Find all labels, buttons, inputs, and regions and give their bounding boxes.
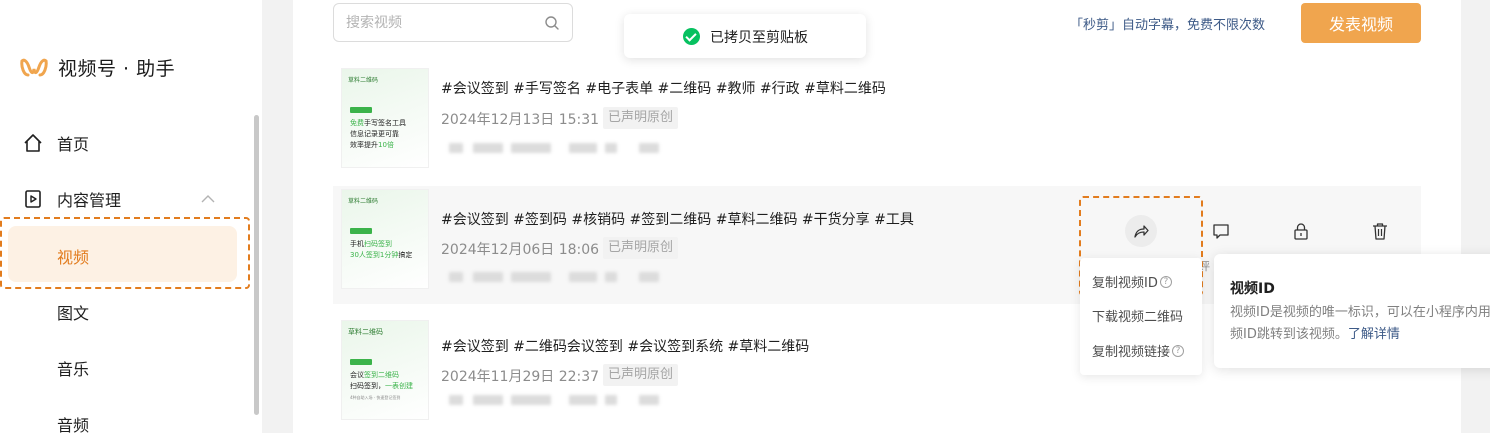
blurred-stats — [449, 272, 659, 282]
thumbnail-line: 信息记录更可靠 — [350, 130, 399, 138]
thumbnail-line: 会议签到二维码 — [350, 371, 399, 379]
blurred-stats — [449, 143, 659, 153]
app-name: 视频号 · 助手 — [58, 58, 176, 80]
toast-text: 已拷贝至剪贴板 — [710, 30, 808, 46]
video-thumbnail[interactable]: 草料二维码 手机扫码签到 30人签到1分钟搞定 — [341, 189, 429, 289]
help-icon[interactable]: ? — [1159, 275, 1172, 288]
check-circle-icon — [683, 28, 700, 45]
video-thumbnail[interactable]: 草料二维码 免费手写签名工具 信息记录更可靠 效率提升10倍 — [341, 68, 429, 168]
publish-video-button[interactable]: 发表视频 — [1301, 3, 1421, 43]
video-thumbnail[interactable]: 草料二维码 会议签到二维码 扫码签到，一表创建 4种自助入场 · 快速登记签到 — [341, 320, 429, 420]
blurred-stats — [449, 395, 659, 405]
sidebar-item-image-text[interactable]: 图文 — [57, 300, 89, 324]
content-icon — [25, 190, 41, 208]
toast-notification: 已拷贝至剪贴板 — [624, 14, 866, 58]
tooltip-body: 视频ID是视频的唯一标识，可以在小程序内用视频ID跳转到该视频。了解详情 — [1230, 305, 1490, 342]
menu-item-copy-video-link[interactable]: 复制视频链接? — [1092, 341, 1185, 360]
thumbnail-line: 30人签到1分钟搞定 — [350, 251, 413, 259]
tooltip-title: 视频ID — [1230, 281, 1275, 297]
sidebar-item-label: 首页 — [57, 135, 90, 154]
search-icon[interactable] — [544, 15, 560, 31]
delete-button[interactable] — [1364, 215, 1396, 247]
thumbnail-tag — [350, 228, 372, 234]
sidebar-item-music[interactable]: 音乐 — [57, 356, 89, 380]
video-id-tooltip: 视频ID 视频ID是视频的唯一标识，可以在小程序内用视频ID跳转到该视频。了解详… — [1214, 254, 1490, 368]
video-row[interactable]: 草料二维码 免费手写签名工具 信息记录更可靠 效率提升10倍 #会议签到 #手写… — [333, 65, 1421, 183]
video-date: 2024年12月06日 18:06 — [441, 242, 600, 258]
comment-button[interactable] — [1205, 215, 1237, 247]
search-input[interactable] — [346, 12, 536, 34]
logo-icon — [20, 58, 48, 76]
search-box[interactable] — [333, 3, 573, 42]
thumbnail-line: 效率提升10倍 — [350, 141, 394, 149]
thumbnail-line: 扫码签到，一表创建 — [350, 382, 413, 390]
thumbnail-brand: 草料二维码 — [348, 198, 379, 205]
lock-icon — [1294, 223, 1308, 240]
thumbnail-line: 手机扫码签到 — [350, 240, 392, 248]
sidebar-item-home[interactable]: 首页 — [0, 115, 250, 171]
help-icon[interactable]: ? — [1172, 344, 1185, 357]
thumbnail-tag — [350, 359, 372, 365]
thumbnail-tag — [350, 107, 372, 113]
share-menu: 复制视频ID? 下载视频二维码 复制视频链接? — [1080, 258, 1202, 375]
video-date: 2024年12月13日 15:31 — [441, 112, 600, 128]
thumbnail-caption: 4种自助入场 · 快速登记签到 — [350, 395, 401, 400]
menu-item-download-qrcode[interactable]: 下载视频二维码 — [1092, 306, 1183, 325]
highlight-box — [0, 217, 250, 289]
sidebar-item-audio[interactable]: 音频 — [57, 412, 89, 433]
privacy-button[interactable] — [1285, 215, 1317, 247]
thumbnail-brand: 草料二维码 — [348, 328, 383, 336]
share-button[interactable] — [1125, 215, 1157, 247]
menu-item-copy-video-id[interactable]: 复制视频ID? — [1092, 272, 1172, 291]
sidebar-scrollbar[interactable] — [254, 115, 259, 415]
video-date: 2024年11月29日 22:37 — [441, 369, 600, 385]
video-title[interactable]: #会议签到 #二维码会议签到 #会议签到系统 #草料二维码 — [441, 336, 809, 356]
learn-more-link[interactable]: 了解详情 — [1348, 327, 1400, 342]
app-logo: 视频号 · 助手 — [20, 54, 175, 81]
original-badge: 已声明原创 — [603, 237, 679, 259]
sidebar-item-video[interactable]: 视频 — [57, 244, 89, 268]
share-icon — [1134, 225, 1149, 238]
comment-icon — [1213, 224, 1229, 239]
sidebar: 视频号 · 助手 首页 内容管理 视频 图文 音乐 音频 — [0, 0, 262, 433]
video-title[interactable]: #会议签到 #签到码 #核销码 #签到二维码 #草料二维码 #干货分享 #工具 — [441, 209, 914, 229]
chevron-up-icon[interactable] — [200, 194, 216, 204]
video-title[interactable]: #会议签到 #手写签名 #电子表单 #二维码 #教师 #行政 #草料二维码 — [441, 78, 886, 98]
original-badge: 已声明原创 — [603, 107, 679, 129]
trash-icon — [1373, 223, 1387, 240]
sidebar-item-label: 内容管理 — [57, 191, 122, 210]
thumbnail-line: 免费手写签名工具 — [350, 119, 406, 127]
promo-link[interactable]: 「秒剪」自动字幕，免费不限次数 — [1070, 14, 1265, 33]
home-icon — [24, 134, 42, 152]
thumbnail-brand: 草料二维码 — [348, 77, 379, 84]
original-badge: 已声明原创 — [603, 364, 679, 386]
